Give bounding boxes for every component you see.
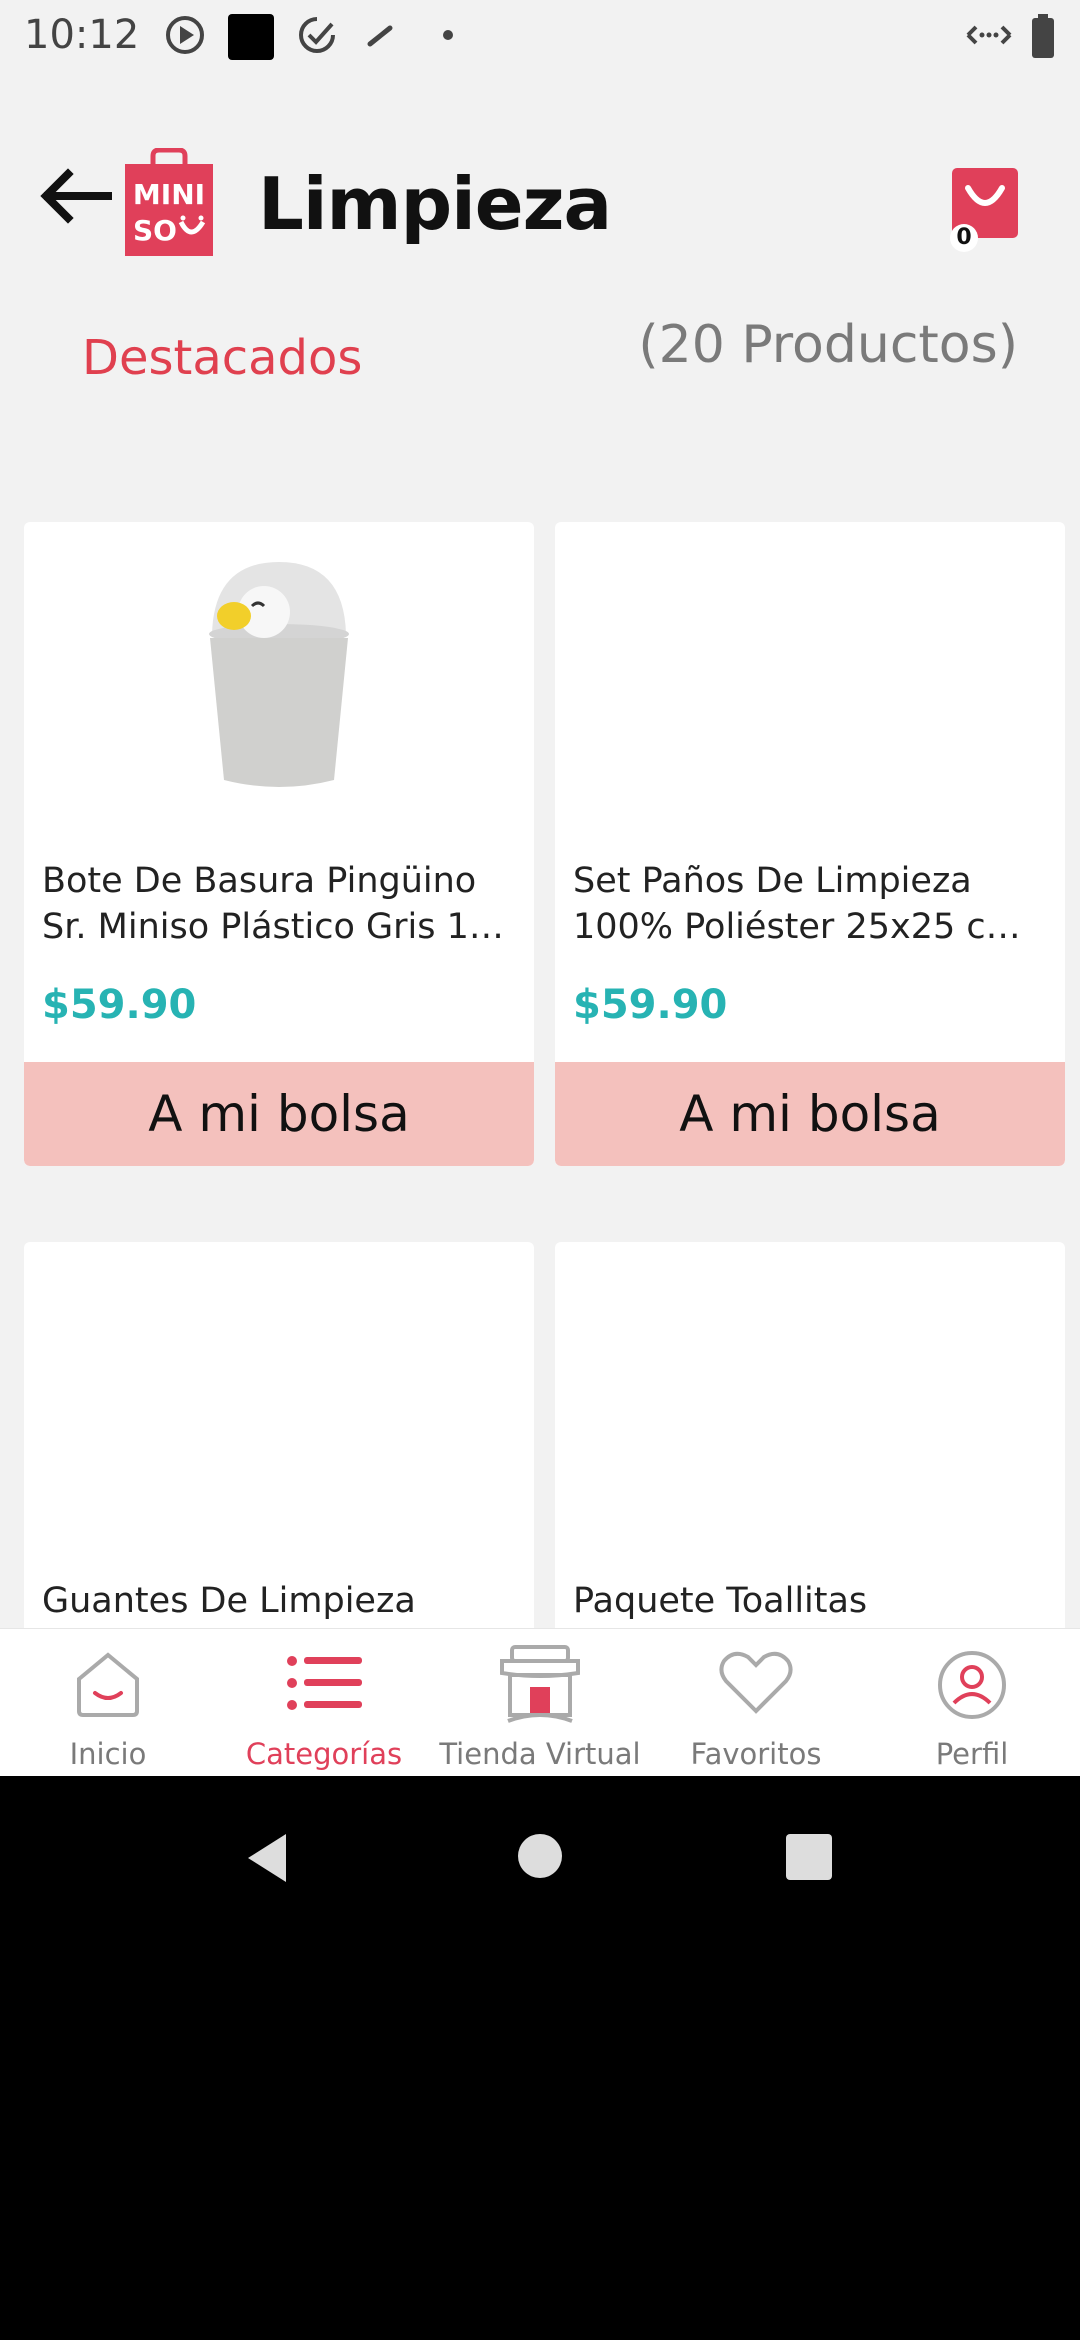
product-card[interactable]: Guantes De Limpieza <box>24 1242 534 1628</box>
system-back-icon[interactable] <box>242 1830 292 1886</box>
nav-item-inicio[interactable]: Inicio <box>0 1629 216 1777</box>
add-to-bag-button[interactable]: A mi bolsa <box>555 1062 1065 1166</box>
nav-label: Inicio <box>69 1737 147 1771</box>
logo-text-bottom: SO <box>133 214 177 247</box>
add-to-bag-button[interactable]: A mi bolsa <box>24 1062 534 1166</box>
product-card[interactable]: Set Paños De Limpieza 100% Poliéster 25x… <box>555 522 1065 1166</box>
sort-dropdown[interactable]: Destacados <box>82 330 362 386</box>
status-bar: 10:12 <box>0 0 1080 72</box>
product-image[interactable] <box>24 1242 534 1572</box>
dot-icon <box>443 30 453 40</box>
nav-item-perfil[interactable]: Perfil <box>864 1629 1080 1777</box>
back-arrow-icon[interactable] <box>38 168 112 224</box>
store-icon <box>500 1645 580 1723</box>
product-price: $59.90 <box>42 982 197 1028</box>
product-count: (20 Productos) <box>638 315 1018 375</box>
product-card[interactable]: Bote De Basura Pingüino Sr. Miniso Plást… <box>24 522 534 1166</box>
product-name[interactable]: Paquete Toallitas <box>573 1578 1047 1624</box>
data-transfer-icon <box>966 25 1012 45</box>
categories-icon <box>287 1656 362 1710</box>
heart-icon <box>719 1651 793 1714</box>
nav-label: Favoritos <box>690 1737 822 1771</box>
product-name[interactable]: Set Paños De Limpieza 100% Poliéster 25x… <box>573 858 1047 950</box>
play-icon <box>166 16 204 54</box>
cart-count-badge: 0 <box>950 224 978 252</box>
home-icon <box>77 1652 139 1717</box>
nav-item-categorias[interactable]: Categorías <box>216 1629 432 1777</box>
status-time: 10:12 <box>24 12 140 58</box>
profile-icon <box>938 1651 1006 1719</box>
check-circle-icon <box>299 17 335 53</box>
product-image[interactable] <box>555 522 1065 852</box>
system-navigation-bar <box>0 1776 1080 2340</box>
nav-item-tienda-virtual[interactable]: Tienda Virtual <box>432 1629 648 1777</box>
nav-label: Tienda Virtual <box>439 1737 641 1771</box>
nav-label: Categorías <box>245 1737 403 1771</box>
product-name[interactable]: Bote De Basura Pingüino Sr. Miniso Plást… <box>42 858 516 950</box>
system-home-icon[interactable] <box>516 1832 564 1880</box>
square-notification-icon <box>228 14 274 60</box>
product-image[interactable] <box>555 1242 1065 1572</box>
nav-item-favoritos[interactable]: Favoritos <box>648 1629 864 1777</box>
product-name[interactable]: Guantes De Limpieza <box>42 1578 516 1624</box>
logo-text-top: MINI <box>133 178 205 211</box>
bottom-navigation: Inicio Categorías Tienda Virtual Favorit… <box>0 1628 1080 1777</box>
product-card[interactable]: Paquete Toallitas <box>555 1242 1065 1628</box>
edit-icon <box>367 25 393 47</box>
miniso-logo: MINI SO <box>125 148 213 256</box>
battery-icon <box>1032 14 1054 58</box>
nav-label: Perfil <box>935 1737 1009 1771</box>
page-title: Limpieza <box>258 162 612 246</box>
system-recents-icon[interactable] <box>786 1834 832 1880</box>
product-price: $59.90 <box>573 982 728 1028</box>
product-image[interactable] <box>24 522 534 852</box>
